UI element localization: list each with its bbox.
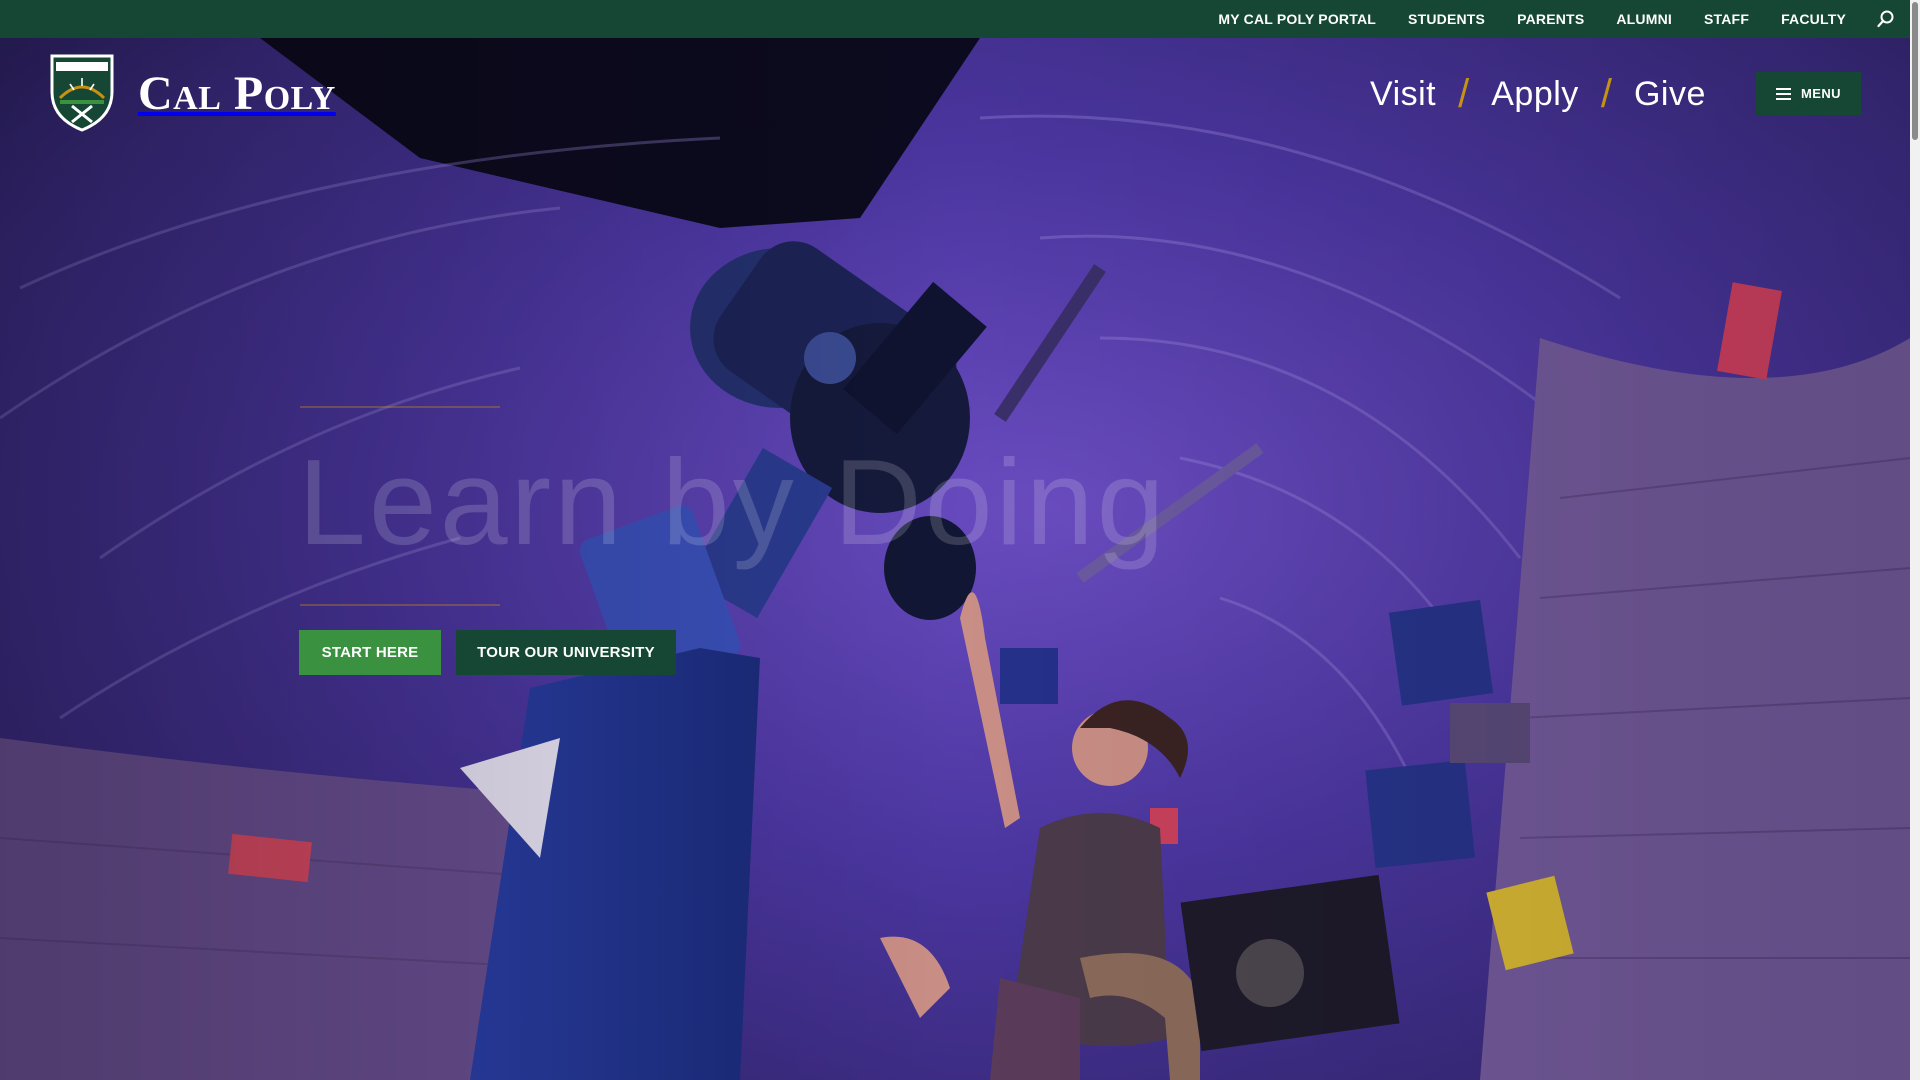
tour-university-button[interactable]: TOUR OUR UNIVERSITY bbox=[456, 630, 676, 675]
shield-icon bbox=[50, 54, 114, 132]
menu-label: MENU bbox=[1801, 86, 1841, 101]
utility-link-students[interactable]: STUDENTS bbox=[1392, 0, 1501, 38]
logo[interactable]: Cal Poly bbox=[50, 54, 355, 132]
utility-link-faculty[interactable]: FACULTY bbox=[1765, 0, 1862, 38]
hero-rule-top bbox=[300, 406, 500, 408]
scrollbar[interactable] bbox=[1910, 0, 1920, 1080]
utility-link-alumni[interactable]: ALUMNI bbox=[1600, 0, 1688, 38]
logo-wordmark: Cal Poly bbox=[138, 66, 336, 120]
nav-divider: / bbox=[1600, 71, 1612, 116]
utility-link-portal[interactable]: MY CAL POLY PORTAL bbox=[1202, 0, 1392, 38]
utility-link-staff[interactable]: STAFF bbox=[1688, 0, 1765, 38]
hero-rule-bottom bbox=[300, 604, 500, 606]
primary-nav: Visit / Apply / Give bbox=[1370, 68, 1706, 120]
give-link[interactable]: Give bbox=[1634, 75, 1706, 114]
search-icon bbox=[1877, 10, 1894, 28]
apply-link[interactable]: Apply bbox=[1491, 75, 1579, 114]
utility-nav-list: MY CAL POLY PORTAL STUDENTS PARENTS ALUM… bbox=[1202, 0, 1910, 38]
visit-link[interactable]: Visit bbox=[1370, 75, 1436, 114]
scrollbar-thumb[interactable] bbox=[1912, 2, 1918, 140]
start-here-button[interactable]: START HERE bbox=[299, 630, 441, 675]
hero-title: Learn by Doing bbox=[298, 434, 1168, 570]
utility-link-parents[interactable]: PARENTS bbox=[1501, 0, 1600, 38]
utility-bar: MY CAL POLY PORTAL STUDENTS PARENTS ALUM… bbox=[0, 0, 1910, 38]
hamburger-icon bbox=[1776, 87, 1792, 100]
search-button[interactable] bbox=[1862, 0, 1910, 38]
nav-divider: / bbox=[1458, 71, 1470, 116]
menu-button[interactable]: MENU bbox=[1756, 72, 1861, 115]
